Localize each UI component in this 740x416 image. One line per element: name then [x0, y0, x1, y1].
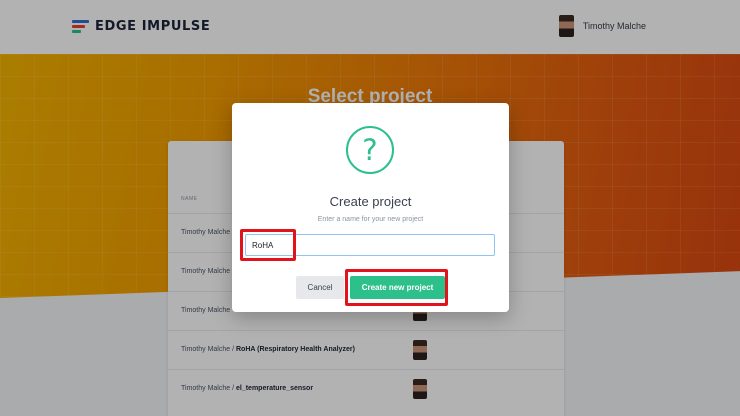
question-icon: ?: [346, 126, 394, 174]
create-project-dialog: ? Create project Enter a name for your n…: [232, 103, 509, 312]
dialog-subtitle: Enter a name for your new project: [317, 216, 424, 223]
create-new-project-button[interactable]: Create new project: [350, 276, 445, 299]
project-name-input[interactable]: [245, 234, 495, 256]
dialog-title: Create project: [329, 194, 412, 209]
cancel-button[interactable]: Cancel: [296, 276, 344, 299]
